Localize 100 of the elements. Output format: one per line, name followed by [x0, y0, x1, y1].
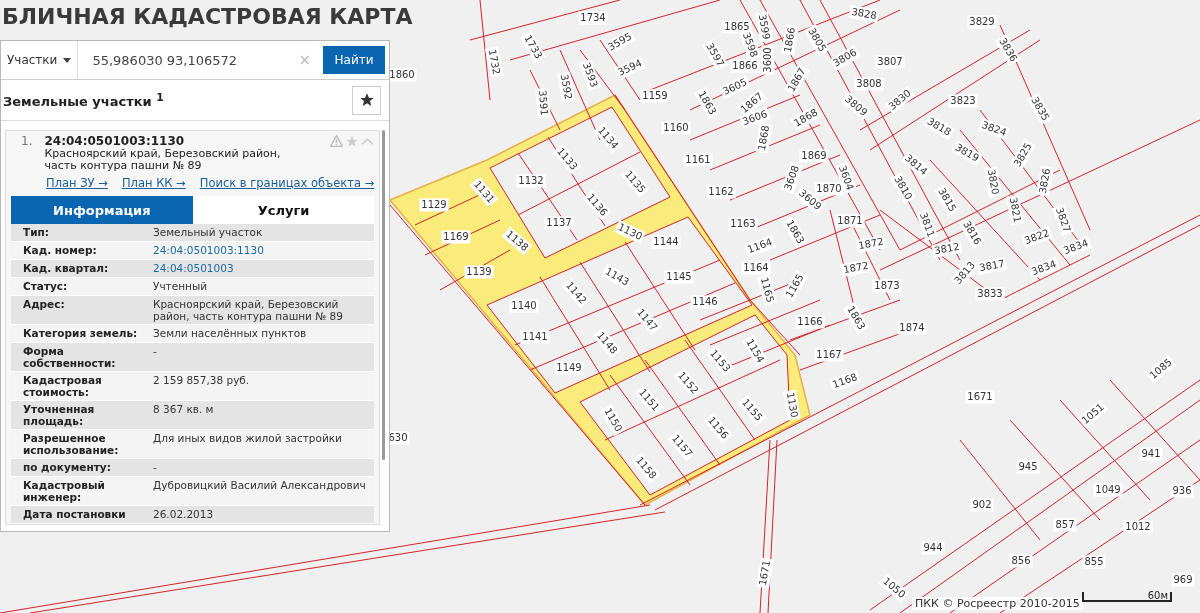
- field-label: по документу:: [23, 461, 112, 474]
- parcel-number: 1671: [965, 390, 995, 404]
- parcel-number: 3833: [975, 287, 1005, 301]
- field-label: Тип:: [23, 226, 50, 239]
- parcel-number: 3834: [1060, 235, 1092, 259]
- results-title: Земельные участки $^{1}$: [3, 90, 164, 110]
- parcel-number: 1872: [855, 235, 887, 253]
- field-label: Статус:: [23, 280, 69, 293]
- parcel-number: 1873: [872, 279, 902, 293]
- parcel-number: 1130: [614, 219, 646, 245]
- parcel-number: 855: [1082, 555, 1106, 569]
- link[interactable]: План ЗУ →: [46, 176, 108, 190]
- copyright-text: ПКК © Росреестр 2010-2015: [912, 597, 1083, 610]
- parcel-number: 3592: [557, 71, 575, 103]
- parcel-number: 856: [1009, 554, 1033, 568]
- caret-icon: [63, 57, 72, 63]
- parcel-number: 3829: [967, 15, 997, 29]
- result-index: 1.: [21, 134, 33, 150]
- parcel-number: 1872: [840, 259, 872, 277]
- field-label: Категория земель:: [23, 327, 139, 340]
- star-icon: [358, 92, 375, 108]
- parcel-number: 1162: [706, 185, 736, 199]
- scale-bar: 60м: [1082, 592, 1172, 602]
- parcel-number: 945: [1016, 460, 1040, 474]
- parcel-number: 1132: [516, 174, 546, 188]
- parcel-number: 1164: [744, 234, 776, 258]
- warning-icon[interactable]: [330, 135, 344, 147]
- field-label: Кад. номер:: [23, 244, 98, 257]
- parcel-number: 1137: [544, 216, 574, 230]
- parcel-number: 3822: [1021, 225, 1053, 249]
- scrollbar[interactable]: [382, 130, 385, 460]
- parcel-number: 1869: [799, 149, 829, 163]
- parcel-number: 1144: [651, 235, 681, 249]
- link[interactable]: Поиск в границах объекта →: [199, 176, 375, 190]
- field-value: Земли населённых пунктов: [153, 327, 308, 340]
- category-label: Участки: [7, 53, 58, 67]
- field-value: 8 367 кв. м: [153, 403, 215, 417]
- parcel-number: 3820: [984, 166, 1002, 198]
- parcel-number: 3827: [1051, 204, 1075, 236]
- value-link[interactable]: 24:04:0501003:1130: [153, 244, 375, 257]
- parcel-number: 3591: [535, 87, 551, 119]
- parcel-number: 1671: [756, 557, 774, 589]
- field-label: Кад. квартал:: [23, 262, 110, 275]
- parcel-number: 1732: [485, 46, 503, 78]
- field-value: Для иных видов жилой застройки: [153, 432, 343, 446]
- field-value: Красноярский край, Березовский район, часть контура пашни № 89: [153, 298, 344, 322]
- parcel-number: 944: [921, 541, 945, 555]
- field-label: Уточненная площадь:: [23, 403, 96, 427]
- field-value: 2 159 857,38 руб.: [153, 374, 251, 388]
- parcel-number: 3834: [1028, 256, 1060, 280]
- field-label: Адрес:: [23, 298, 66, 312]
- parcel-number: 3807: [875, 55, 905, 69]
- page-title: БЛИЧНАЯ КАДАСТРОВАЯ КАРТА: [2, 4, 413, 29]
- parcel-number: 3826: [1036, 165, 1054, 197]
- field-label: Кадастровая стоимость:: [23, 374, 103, 398]
- tab[interactable]: Информация: [11, 196, 193, 224]
- find-button[interactable]: Найти: [323, 46, 385, 74]
- star-icon[interactable]: [345, 134, 360, 148]
- parcel-number: 1141: [520, 330, 550, 344]
- cadastral-number: 24:04:0501003:1130: [44, 134, 185, 148]
- search-field[interactable]: 55,986030 93,106572 ×: [78, 41, 323, 79]
- parcel-number: 902: [970, 498, 994, 512]
- parcel-number: 1139: [464, 265, 494, 279]
- parcel-number: 969: [1171, 573, 1195, 587]
- parcel-number: 1168: [829, 369, 861, 393]
- parcel-number: 1149: [554, 361, 584, 375]
- parcel-number: 3811: [915, 209, 939, 241]
- parcel-number: 1159: [640, 89, 670, 103]
- parcel-number: 1146: [690, 295, 720, 309]
- parcel-number: 3594: [614, 55, 646, 81]
- parcel-number: 941: [1139, 447, 1163, 461]
- parcel-number: 1140: [509, 299, 539, 313]
- parcel-number: 3599: [755, 11, 773, 43]
- parcel-number: 1129: [419, 198, 449, 212]
- parcel-number: 3593: [578, 59, 602, 91]
- parcel-number: 1868: [755, 122, 773, 154]
- field-value: -: [153, 461, 158, 474]
- value-link[interactable]: 24:04:0501003: [153, 262, 375, 275]
- parcel-number: 3823: [948, 94, 978, 108]
- parcel-number: 3828: [848, 5, 880, 23]
- tab[interactable]: Услуги: [192, 196, 375, 224]
- parcel-number: 1874: [897, 321, 927, 335]
- link[interactable]: План КК →: [121, 176, 186, 190]
- parcel-number: 1169: [441, 230, 471, 244]
- field-value: Земельный участок: [153, 226, 264, 239]
- parcel-number: 3808: [854, 77, 884, 91]
- parcel-number: 1167: [814, 348, 844, 362]
- parcel-number: 3812: [931, 240, 963, 258]
- parcel-number: 1143: [601, 264, 633, 290]
- chevron-up-icon[interactable]: [361, 136, 375, 146]
- parcel-number: 1145: [664, 270, 694, 284]
- result-address: Красноярский край, Березовский район, часть контура пашни № 89: [44, 148, 282, 172]
- field-label: Разрешенное использование:: [23, 432, 120, 456]
- parcel-number: 1866: [781, 24, 799, 56]
- parcel-number: 1160: [661, 121, 691, 135]
- parcel-number: 3600: [761, 45, 775, 75]
- field-label: Кадастровый инженер:: [23, 479, 106, 503]
- favorites-button[interactable]: [352, 85, 381, 115]
- field-value: 26.02.2013: [153, 508, 215, 521]
- field-value: Учтенный: [153, 280, 209, 293]
